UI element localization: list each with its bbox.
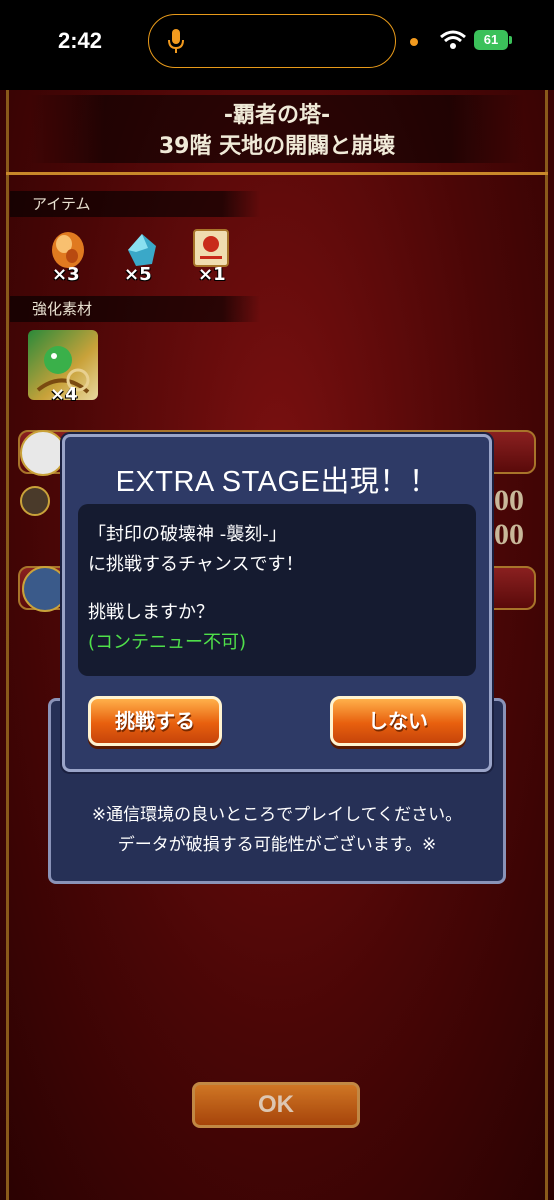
tower-name: -覇者の塔- — [223, 103, 331, 128]
status-bar: 2:42 61 — [0, 0, 554, 90]
item-count: ×5 — [124, 264, 152, 285]
ok-button[interactable]: OK — [192, 1082, 360, 1128]
item-count: ×3 — [52, 264, 80, 285]
challenge-button[interactable]: 挑戦する — [88, 696, 222, 746]
popup-title: EXTRA STAGE出現！！ — [115, 466, 439, 498]
background-value: 00 — [494, 518, 524, 551]
item-count: ×4 — [50, 384, 78, 405]
wifi-icon — [440, 30, 466, 49]
popup-message-line-1: 「封印の破壊神 -襲刻-」 — [88, 524, 287, 545]
coin-icon — [20, 486, 50, 516]
no-continue-note: (コンテニュー不可) — [88, 632, 247, 653]
status-time: 2:42 — [58, 28, 103, 53]
stage-title: 39階 天地の開闢と崩壊 — [158, 134, 396, 159]
info-icon — [20, 430, 66, 476]
notice-line-2: データが破損する可能性がございます。※ — [117, 835, 437, 855]
notice-line-1: ※通信環境の良いところでプレイしてください。 — [91, 805, 463, 825]
decline-button[interactable]: しない — [330, 696, 466, 746]
privacy-dot-icon — [410, 38, 418, 46]
items-section-label: アイテム — [10, 191, 260, 217]
item-count: ×1 — [198, 264, 226, 285]
divider — [6, 172, 548, 175]
background-value: 00 — [494, 484, 524, 517]
popup-message-line-2: に挑戦するチャンスです！ — [88, 554, 304, 575]
materials-section-label: 強化素材 — [10, 296, 260, 322]
popup-message-line-3: 挑戦しますか？ — [88, 602, 214, 623]
microphone-icon — [168, 29, 184, 53]
battery-indicator: 61 — [474, 30, 512, 50]
